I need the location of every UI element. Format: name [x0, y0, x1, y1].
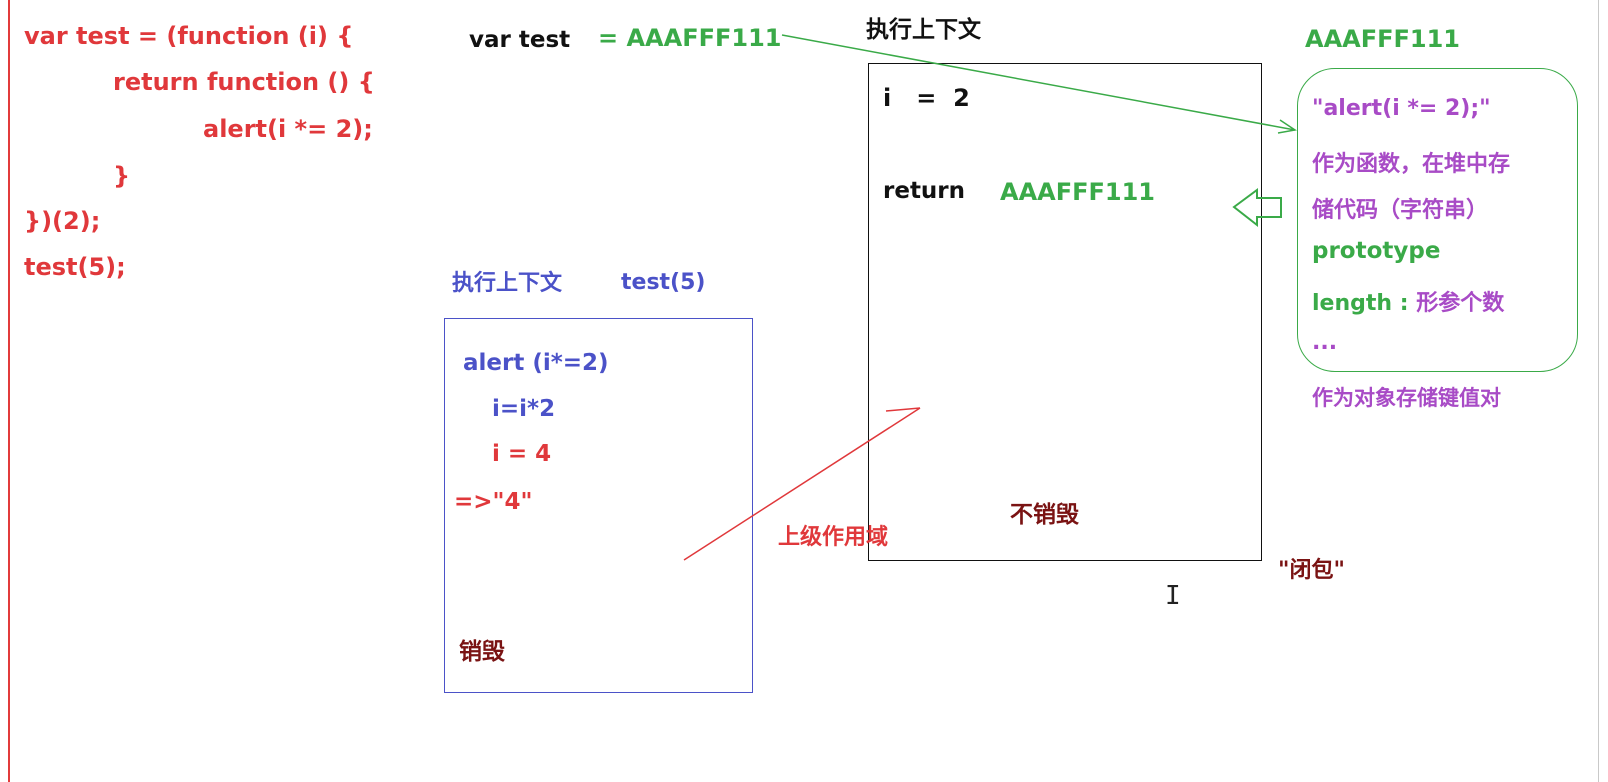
reference-arrow: [781, 34, 1297, 134]
connector-arrows: [683, 34, 1297, 561]
hollow-left-arrow-icon: [1232, 188, 1282, 228]
text-cursor-icon: I: [1165, 581, 1181, 611]
scope-arrow: [683, 407, 921, 561]
